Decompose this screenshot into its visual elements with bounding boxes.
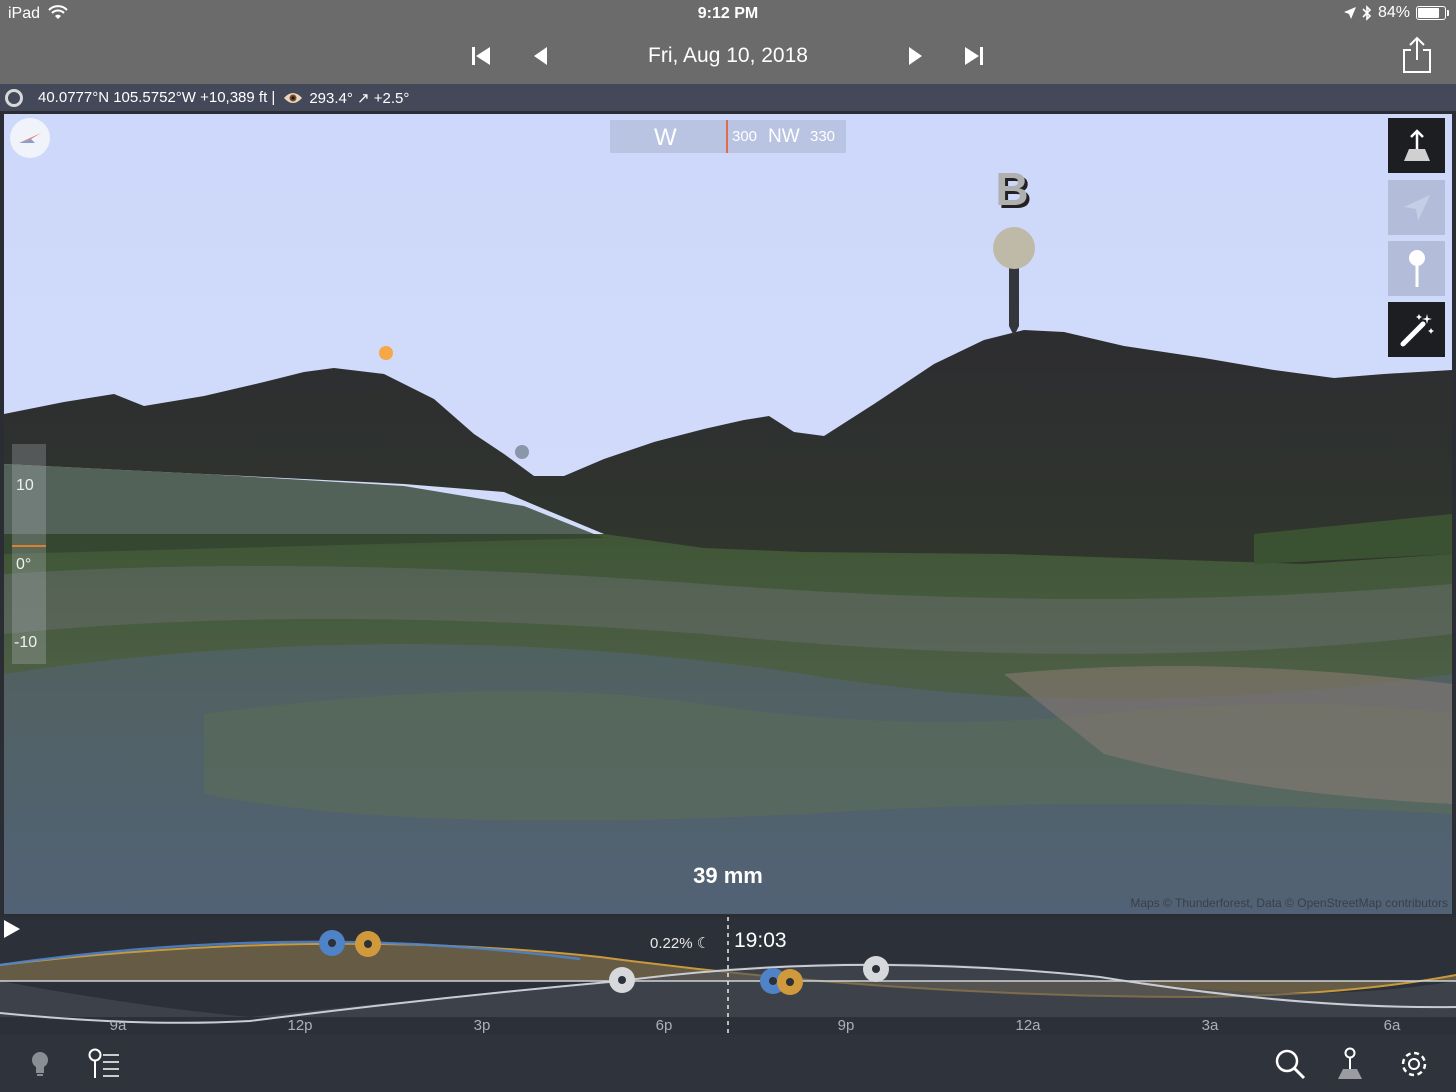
sun-night-marker (777, 969, 803, 995)
hour-label-3a: 3a (1201, 1017, 1219, 1034)
battery-fill (1418, 8, 1439, 18)
previous-day-button[interactable] (524, 40, 556, 72)
skip-forward-icon (965, 47, 983, 65)
location-arrow-icon (1403, 194, 1430, 221)
sunrise-peak-marker (355, 931, 381, 957)
location-ring-icon[interactable] (5, 89, 23, 107)
status-time: 9:12 PM (697, 5, 759, 22)
horizon-indicator (12, 545, 46, 547)
map-pin-icon (1338, 1047, 1362, 1079)
skip-forward-button[interactable] (958, 40, 990, 72)
moon-illumination-value: 0.22% (650, 935, 693, 952)
status-indicators: 84% (1343, 4, 1449, 22)
coordinates-text: 40.0777°N 105.5752°W +10,389 ft | (38, 89, 276, 106)
compass-tick-300: 300 (732, 128, 758, 145)
upload-terrain-icon (1403, 128, 1430, 161)
navigate-button[interactable] (1388, 180, 1445, 235)
gear-icon (1401, 1051, 1427, 1077)
sun-marker (379, 346, 393, 360)
chevron-left-icon (534, 47, 547, 65)
sunset-marker (609, 967, 635, 993)
play-button[interactable] (0, 917, 24, 941)
timeline-panel[interactable]: 0.22% ☾ 19:03 9a 12p 3p 6p 9p 12a 3a 6a (0, 917, 1456, 1034)
sun-moon-elevation-chart (0, 917, 1456, 1034)
location-info-bar: 40.0777°N 105.5752°W +10,389 ft | 293.4°… (0, 84, 1456, 111)
focal-length-label[interactable]: 39 mm (4, 863, 1452, 889)
pin-list-icon (88, 1048, 119, 1078)
skip-back-button[interactable] (465, 40, 497, 72)
location-arrow-icon (1343, 7, 1356, 19)
battery-icon (1416, 6, 1449, 20)
pin-icon (1408, 249, 1425, 287)
moonrise-marker (319, 930, 345, 956)
compass-tick-330: 330 (810, 128, 836, 145)
cursor-time: 19:03 (734, 929, 787, 952)
view-direction-text: 293.4° ↗ +2.5° (309, 89, 410, 107)
crescent-moon-icon: ☾ (696, 935, 711, 952)
date-label[interactable]: Fri, Aug 10, 2018 (578, 44, 878, 68)
lightbulb-button[interactable] (20, 1044, 60, 1084)
top-bar: iPad 9:12 PM 84% Fri, Aug 10, 2018 (0, 0, 1456, 84)
compass-strip: W 300 NW 330 (610, 120, 846, 153)
compass-direction: NW (768, 126, 800, 147)
hour-label-6a: 6a (1383, 1017, 1401, 1034)
milky-way-marker (863, 956, 889, 982)
chevron-right-icon (909, 47, 922, 65)
search-button[interactable] (1270, 1044, 1310, 1084)
magic-wand-button[interactable] (1388, 302, 1445, 357)
compass-arrow-icon (19, 133, 41, 143)
magic-wand-icon (1400, 313, 1434, 346)
moon-illumination: 0.22% ☾ (650, 934, 710, 952)
elevation-label-minus10: -10 (14, 634, 38, 651)
terrain-view-button[interactable] (1388, 118, 1445, 173)
hour-label-12p: 12p (287, 1017, 313, 1034)
elevation-label-0: 0° (16, 556, 32, 573)
hour-label-3p: 3p (473, 1017, 491, 1034)
pin-button[interactable] (1388, 241, 1445, 296)
next-day-button[interactable] (900, 40, 932, 72)
skip-back-icon (472, 47, 490, 65)
lightbulb-icon (32, 1052, 48, 1076)
map-attribution[interactable]: Maps © Thunderforest, Data © OpenStreetM… (1130, 896, 1448, 910)
elevation-scale: 10 0° -10 (12, 444, 48, 664)
hour-label-12a: 12a (1015, 1017, 1041, 1034)
share-button[interactable] (1400, 36, 1434, 74)
compass-needle (726, 120, 728, 153)
hour-label-9a: 9a (109, 1017, 127, 1034)
elevation-label-10: 10 (16, 477, 34, 494)
search-icon (1275, 1049, 1306, 1080)
map-pin-button[interactable] (1330, 1044, 1370, 1084)
date-navigation: Fri, Aug 10, 2018 (0, 36, 1456, 76)
settings-button[interactable] (1394, 1044, 1434, 1084)
bluetooth-icon (1362, 5, 1372, 21)
pin-head (993, 227, 1035, 269)
pin-stem (1009, 264, 1019, 326)
hour-label-9p: 9p (837, 1017, 855, 1034)
moon-marker (515, 445, 529, 459)
eye-icon (284, 92, 303, 103)
hour-label-6p: 6p (655, 1017, 673, 1034)
pin-label: B (995, 163, 1029, 215)
pin-list-button[interactable] (84, 1044, 124, 1084)
bottom-toolbar (0, 1034, 1456, 1092)
compass-major: W (654, 124, 677, 151)
terrain-scene (4, 114, 1452, 914)
battery-percent: 84% (1377, 4, 1410, 21)
terrain-3d-view[interactable]: B W 300 NW 330 10 0° -10 39 mm Maps © Th… (4, 114, 1452, 914)
mini-compass-button[interactable] (10, 118, 50, 158)
